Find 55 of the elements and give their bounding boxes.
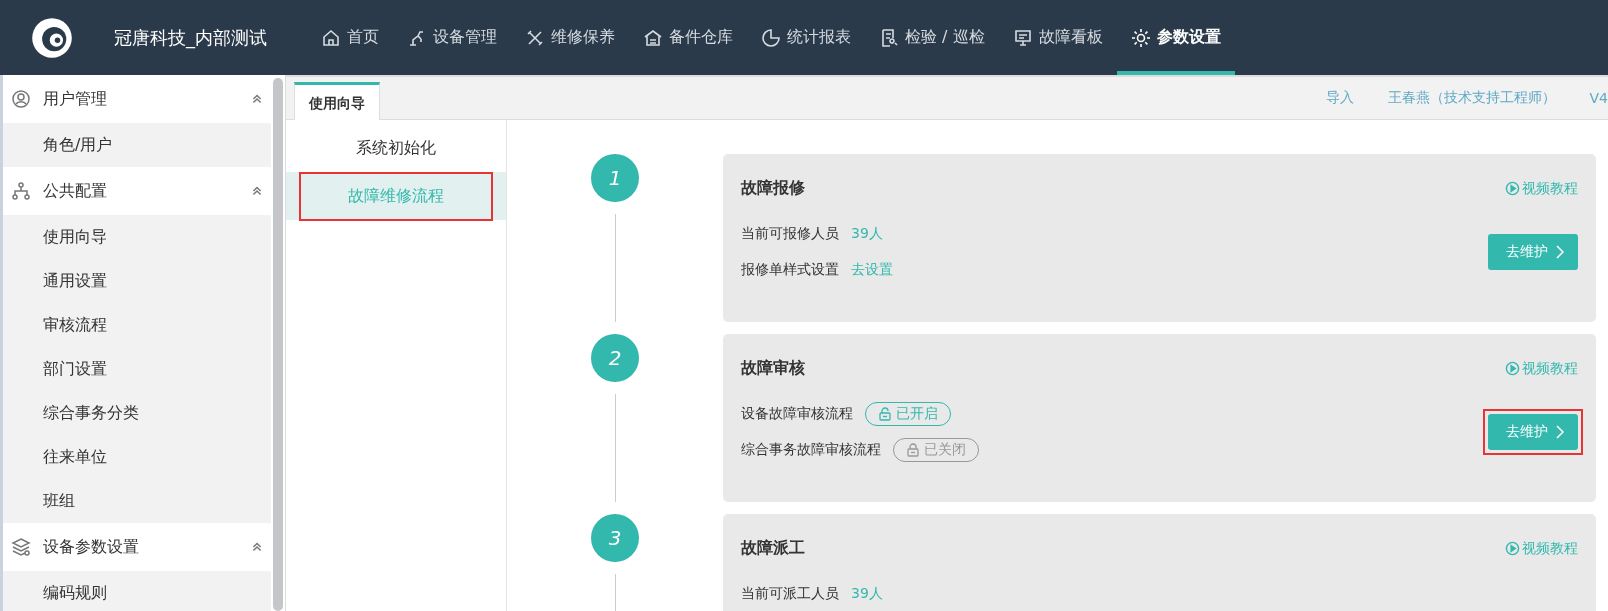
play-icon xyxy=(1505,181,1520,196)
scrollbar[interactable] xyxy=(273,78,283,611)
lock-icon xyxy=(906,443,920,457)
sidebar-item[interactable]: 使用向导 xyxy=(3,215,271,259)
nav-tab[interactable]: 备件仓库 xyxy=(629,0,747,75)
setting-label: 设备故障审核流程 xyxy=(741,405,853,423)
chevron-icon xyxy=(251,185,263,197)
nav-tab[interactable]: 检验 / 巡检 xyxy=(865,0,999,75)
nav-tab[interactable]: 维修保养 xyxy=(511,0,629,75)
app-title: 冠唐科技_内部测试 xyxy=(114,25,268,50)
tab[interactable]: 使用向导 xyxy=(294,82,380,120)
card-title: 故障报修 xyxy=(741,178,805,199)
play-icon xyxy=(1505,541,1520,556)
sidebar-group[interactable]: 设备参数设置 xyxy=(3,523,271,571)
card-title: 故障审核 xyxy=(741,358,805,379)
chevron-icon xyxy=(251,541,263,553)
settings-icon xyxy=(1130,27,1151,48)
tools-icon xyxy=(525,27,545,48)
setting-label: 当前可报修人员 xyxy=(741,225,839,243)
sidebar-item[interactable]: 审核流程 xyxy=(3,303,271,347)
lock-icon xyxy=(878,407,892,421)
sidebar-item[interactable]: 通用设置 xyxy=(3,259,271,303)
sidebar-item[interactable]: 角色/用户 xyxy=(3,123,271,167)
sidebar-item[interactable]: 班组 xyxy=(3,479,271,523)
nav-tab[interactable]: 设备管理 xyxy=(393,0,511,75)
play-icon xyxy=(1505,361,1520,376)
sidebar-group[interactable]: 用户管理 xyxy=(3,75,271,123)
setting-label: 综合事务故障审核流程 xyxy=(741,441,881,459)
sidebar-item[interactable]: 往来单位 xyxy=(3,435,271,479)
document-icon xyxy=(879,27,899,48)
chevron-icon xyxy=(251,93,263,105)
sidebar-item[interactable]: 部门设置 xyxy=(3,347,271,391)
nav-tab[interactable]: 故障看板 xyxy=(998,0,1117,75)
sidebar-item[interactable]: 综合事务分类 xyxy=(3,391,271,435)
pie-chart-icon xyxy=(761,27,781,48)
board-icon xyxy=(1012,27,1033,48)
guide-menu-item[interactable]: 系统初始化 xyxy=(286,124,506,172)
home-icon xyxy=(321,27,341,48)
user-icon xyxy=(11,89,31,109)
card-title: 故障派工 xyxy=(741,538,805,559)
hierarchy-icon xyxy=(11,181,31,201)
sidebar-item[interactable]: 编码规则 xyxy=(3,571,271,611)
house-icon xyxy=(643,27,663,48)
sidebar-group[interactable]: 公共配置 xyxy=(3,167,271,215)
logo-icon xyxy=(30,15,74,60)
nav-tab[interactable]: 统计报表 xyxy=(747,0,865,75)
step-number: 1 xyxy=(591,154,639,202)
setting-label: 当前可派工人员 xyxy=(741,585,839,603)
step-number: 2 xyxy=(591,334,639,382)
setting-label: 报修单样式设置 xyxy=(741,261,839,279)
chevron-right-icon xyxy=(1556,425,1564,439)
layers-icon xyxy=(11,537,31,557)
nav-tab[interactable]: 首页 xyxy=(307,0,393,75)
chevron-right-icon xyxy=(1556,245,1564,259)
step-number: 3 xyxy=(591,514,639,562)
